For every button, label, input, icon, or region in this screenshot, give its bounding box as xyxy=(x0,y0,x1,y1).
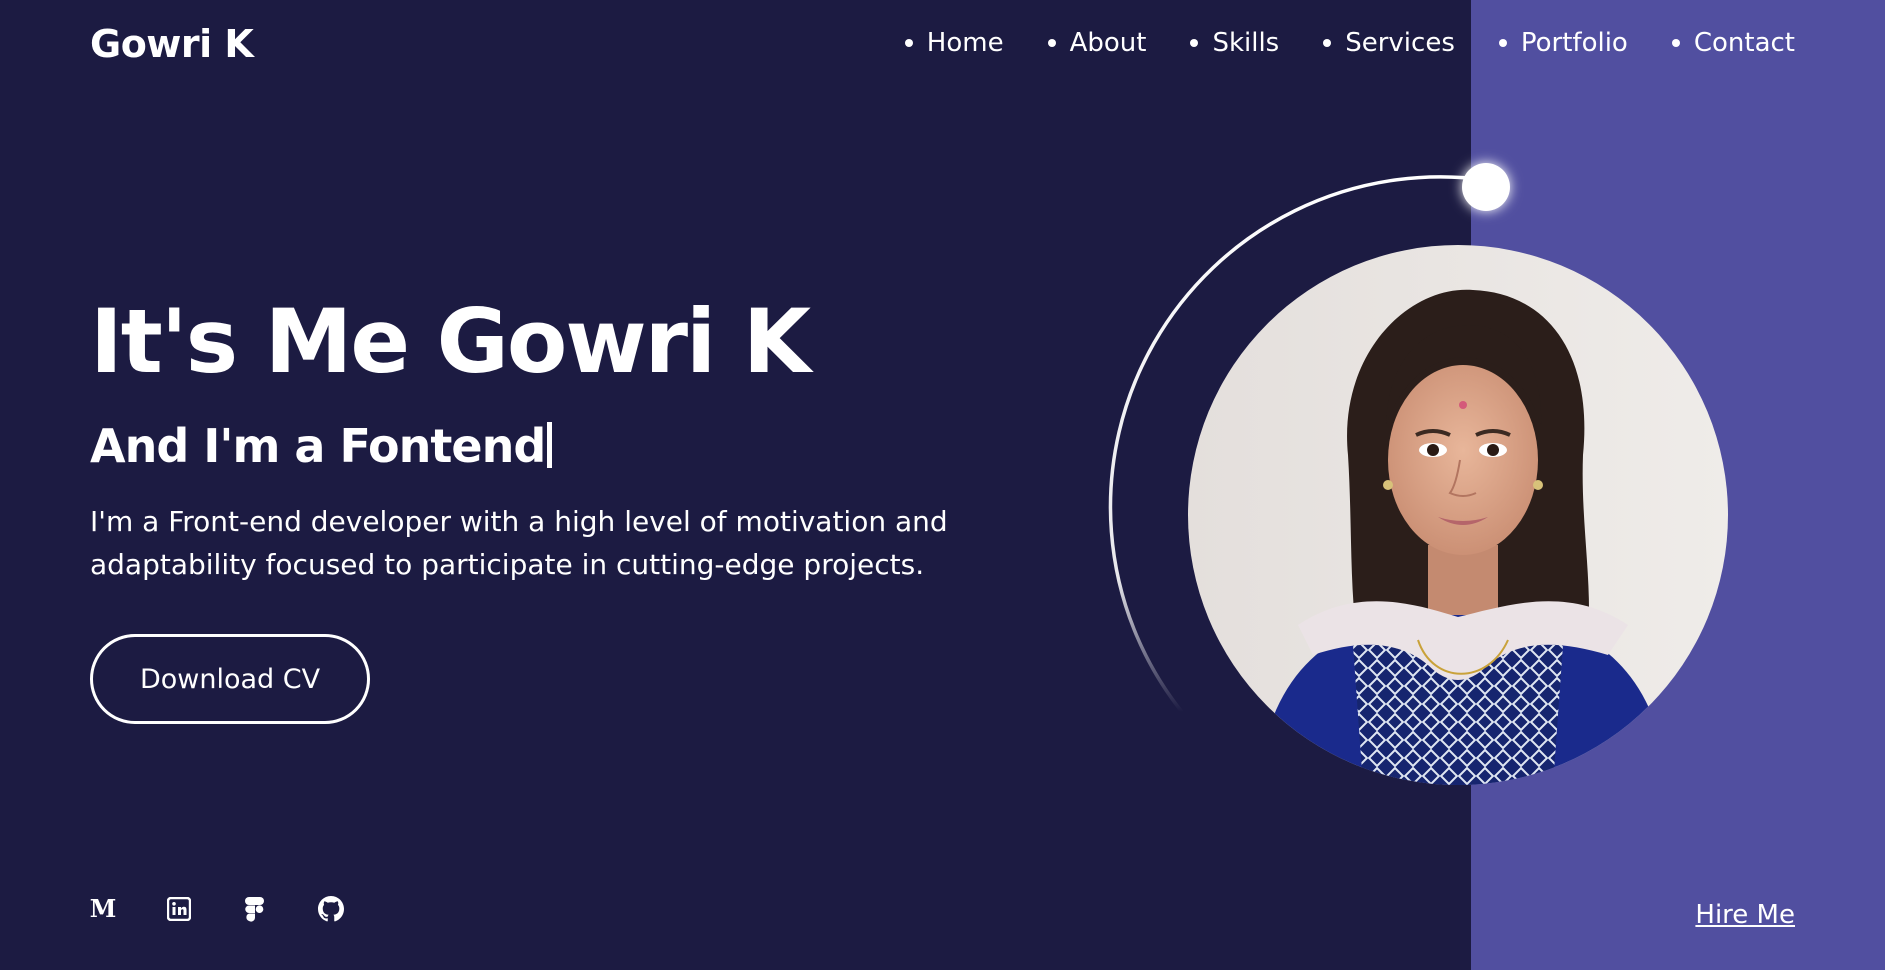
medium-icon[interactable]: M xyxy=(89,894,117,923)
linkedin-icon[interactable] xyxy=(166,896,192,922)
orbit-dot xyxy=(1462,163,1510,211)
medium-glyph: M xyxy=(89,894,117,923)
hire-me-link[interactable]: Hire Me xyxy=(1695,900,1795,930)
profile-photo xyxy=(1188,245,1728,785)
figma-icon[interactable] xyxy=(242,896,268,922)
github-icon[interactable] xyxy=(318,896,344,922)
social-links: M xyxy=(90,896,344,922)
